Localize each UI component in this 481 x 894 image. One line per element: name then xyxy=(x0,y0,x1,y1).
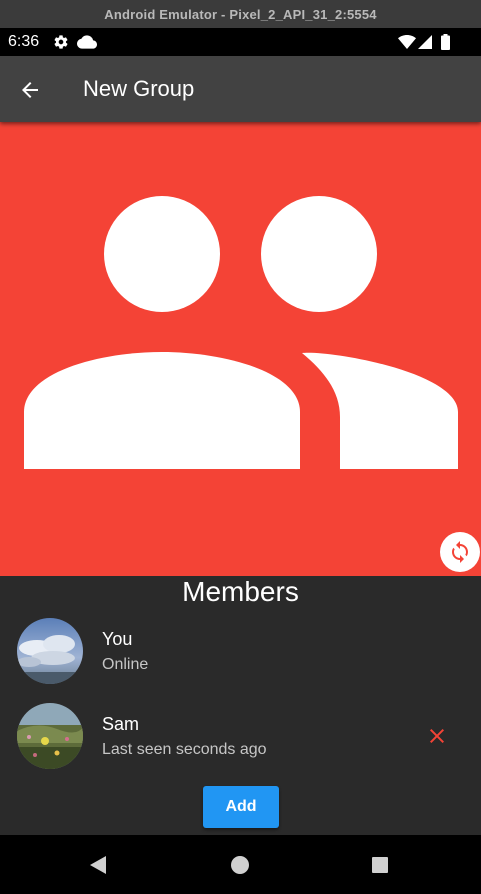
rotate-button[interactable] xyxy=(440,532,480,572)
member-row-you[interactable]: You Online xyxy=(0,618,481,698)
member-status: Last seen seconds ago xyxy=(102,741,267,758)
window-title: Android Emulator - Pixel_2_API_31_2:5554 xyxy=(104,6,377,22)
member-row-sam[interactable]: Sam Last seen seconds ago xyxy=(0,703,481,783)
cloud-icon xyxy=(77,35,97,49)
emulator-frame: Android Emulator - Pixel_2_API_31_2:5554… xyxy=(0,0,481,894)
members-heading: Members xyxy=(182,576,299,607)
avatar xyxy=(17,703,83,769)
member-name: Sam xyxy=(102,714,140,734)
status-time: 6:36 xyxy=(8,33,40,50)
sky-clouds-photo xyxy=(17,618,83,684)
arrow-back-icon[interactable] xyxy=(18,78,42,102)
app-bar: New Group xyxy=(0,56,481,122)
back-triangle-icon[interactable] xyxy=(88,854,110,876)
window-title-bar: Android Emulator - Pixel_2_API_31_2:5554 xyxy=(0,0,481,28)
rotate-icon xyxy=(452,541,468,563)
home-circle-icon[interactable] xyxy=(229,854,251,876)
add-button[interactable]: Add xyxy=(203,786,279,828)
system-nav-bar xyxy=(0,835,481,894)
wifi-icon xyxy=(398,35,416,49)
close-icon[interactable] xyxy=(425,724,449,748)
group-image[interactable] xyxy=(0,122,481,576)
signal-icon xyxy=(418,35,432,49)
page-title: New Group xyxy=(83,76,195,101)
flower-field-photo xyxy=(17,703,83,769)
battery-icon xyxy=(441,34,450,50)
status-bar: 6:36 xyxy=(0,28,481,56)
member-status: Online xyxy=(102,656,149,673)
avatar xyxy=(17,618,83,684)
group-icon xyxy=(24,196,458,469)
gear-icon xyxy=(54,35,68,49)
recents-square-icon[interactable] xyxy=(369,854,391,876)
member-name: You xyxy=(102,629,133,649)
